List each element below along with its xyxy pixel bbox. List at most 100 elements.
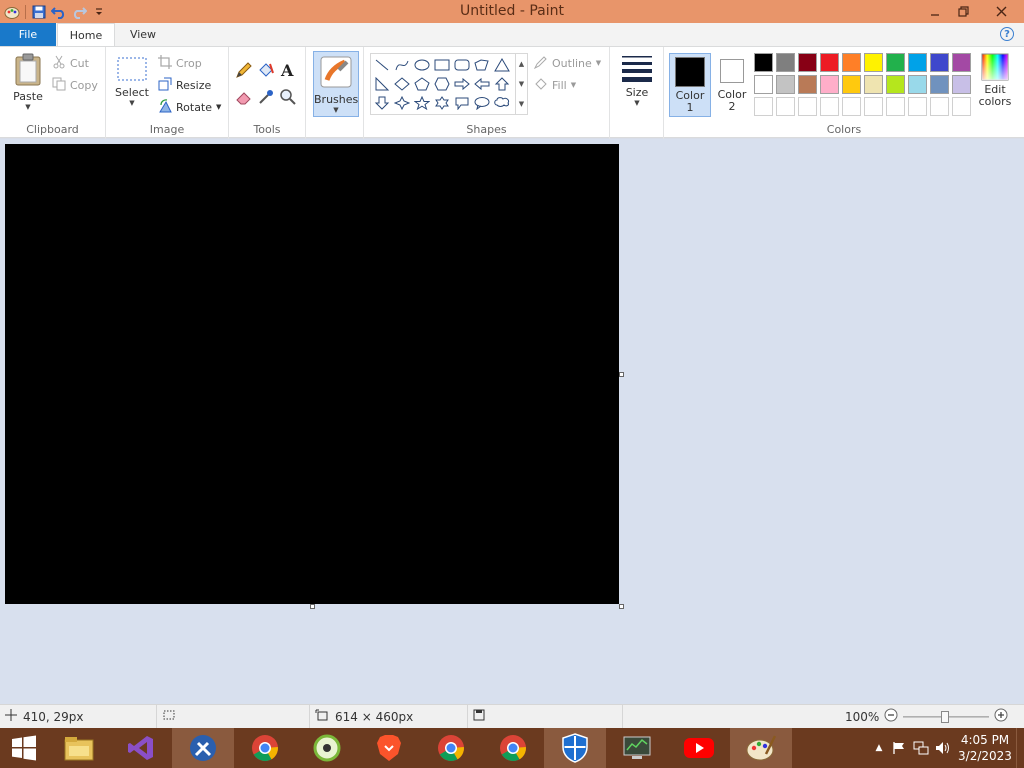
shapes-scrollbar[interactable]: ▲ ▼ ▼ [516,53,528,115]
shape-down-arrow-icon[interactable] [372,93,392,112]
shape-line-icon[interactable] [372,55,392,74]
shape-oval-callout-icon[interactable] [472,93,492,112]
shape-four-point-star-icon[interactable] [392,93,412,112]
taskbar-paint[interactable] [730,728,792,768]
shape-triangle-icon[interactable] [492,55,512,74]
undo-icon[interactable] [49,2,69,22]
shape-six-point-star-icon[interactable] [432,93,452,112]
palette-swatch[interactable] [908,97,927,116]
palette-swatch[interactable] [842,75,861,94]
gallery-expand-icon[interactable]: ▼ [519,100,524,108]
taskbar-tools-app[interactable] [172,728,234,768]
paste-dropdown-icon[interactable]: ▼ [8,103,48,111]
taskbar-youtube[interactable] [668,728,730,768]
shape-five-point-star-icon[interactable] [412,93,432,112]
redo-icon[interactable] [69,2,89,22]
palette-swatch[interactable] [908,75,927,94]
shape-pentagon-icon[interactable] [412,74,432,93]
eraser-icon[interactable] [235,88,257,109]
palette-swatch[interactable] [952,97,971,116]
crop-button[interactable]: Crop [158,52,221,74]
taskbar-file-explorer[interactable] [48,728,110,768]
cut-button[interactable]: Cut [52,52,98,74]
shape-rounded-rectangle-icon[interactable] [452,55,472,74]
resize-handle-corner[interactable] [619,604,624,609]
scroll-up-icon[interactable]: ▲ [519,60,524,68]
palette-swatch[interactable] [864,97,883,116]
brushes-dropdown-icon[interactable]: ▼ [314,106,358,114]
volume-icon[interactable] [932,741,954,755]
fill-button[interactable]: Fill ▼ [534,74,601,96]
shape-rounded-callout-icon[interactable] [452,93,472,112]
zoom-slider-thumb[interactable] [941,710,950,723]
shape-curve-icon[interactable] [392,55,412,74]
network-icon[interactable] [910,741,932,755]
shape-right-arrow-icon[interactable] [452,74,472,93]
paint-app-icon[interactable] [2,2,22,22]
taskbar-defender[interactable] [544,728,606,768]
palette-swatch[interactable] [754,97,773,116]
edit-colors-button[interactable]: Edit colors [975,53,1015,108]
magnifier-icon[interactable] [279,88,301,109]
minimize-button[interactable] [920,0,949,23]
palette-swatch[interactable] [754,75,773,94]
palette-swatch[interactable] [886,53,905,72]
palette-swatch[interactable] [908,53,927,72]
palette-swatch[interactable] [820,97,839,116]
outline-dropdown-icon[interactable]: ▼ [596,59,601,67]
paste-button[interactable]: Paste ▼ [8,53,48,111]
drawing-canvas[interactable] [5,144,619,604]
shape-left-arrow-icon[interactable] [472,74,492,93]
palette-swatch[interactable] [864,53,883,72]
clock[interactable]: 4:05 PM 3/2/2023 [954,732,1016,764]
palette-swatch[interactable] [820,75,839,94]
zoom-slider[interactable] [903,710,990,724]
shape-cloud-callout-icon[interactable] [492,93,512,112]
palette-swatch[interactable] [886,97,905,116]
taskbar-chrome-2[interactable] [420,728,482,768]
scroll-down-icon[interactable]: ▼ [519,80,524,88]
start-button[interactable] [0,728,48,768]
shape-rectangle-icon[interactable] [432,55,452,74]
fill-bucket-icon[interactable] [257,61,279,82]
select-button[interactable]: Select ▼ [114,55,150,107]
zoom-out-icon[interactable] [884,708,898,725]
close-button[interactable] [978,0,1024,23]
text-tool-icon[interactable]: A [279,61,301,82]
taskbar-chrome-1[interactable] [234,728,296,768]
palette-swatch[interactable] [776,97,795,116]
palette-swatch[interactable] [754,53,773,72]
save-icon[interactable] [29,2,49,22]
palette-swatch[interactable] [820,53,839,72]
color1-button[interactable]: Color 1 [669,53,711,117]
pencil-icon[interactable] [235,61,257,82]
tab-file[interactable]: File [0,23,56,46]
palette-swatch[interactable] [864,75,883,94]
palette-swatch[interactable] [886,75,905,94]
taskbar-visual-studio[interactable] [110,728,172,768]
fill-dropdown-icon[interactable]: ▼ [571,81,576,89]
canvas-workspace[interactable] [0,139,1024,704]
shape-hexagon-icon[interactable] [432,74,452,93]
zoom-in-icon[interactable] [994,708,1008,725]
shape-polygon-icon[interactable] [472,55,492,74]
tab-home[interactable]: Home [57,23,115,46]
size-button[interactable]: Size ▼ [616,53,658,107]
color2-button[interactable]: Color 2 [713,53,751,117]
palette-swatch[interactable] [930,97,949,116]
select-dropdown-icon[interactable]: ▼ [114,99,150,107]
palette-swatch[interactable] [930,75,949,94]
palette-swatch[interactable] [842,53,861,72]
shape-up-arrow-icon[interactable] [492,74,512,93]
resize-button[interactable]: Resize [158,74,221,96]
rotate-dropdown-icon[interactable]: ▼ [216,103,221,111]
palette-swatch[interactable] [798,75,817,94]
palette-swatch[interactable] [798,53,817,72]
palette-swatch[interactable] [930,53,949,72]
size-dropdown-icon[interactable]: ▼ [616,99,658,107]
shape-oval-icon[interactable] [412,55,432,74]
palette-swatch[interactable] [952,75,971,94]
customize-qat-chevron-icon[interactable] [89,2,109,22]
shape-diamond-icon[interactable] [392,74,412,93]
flag-icon[interactable] [888,741,910,755]
